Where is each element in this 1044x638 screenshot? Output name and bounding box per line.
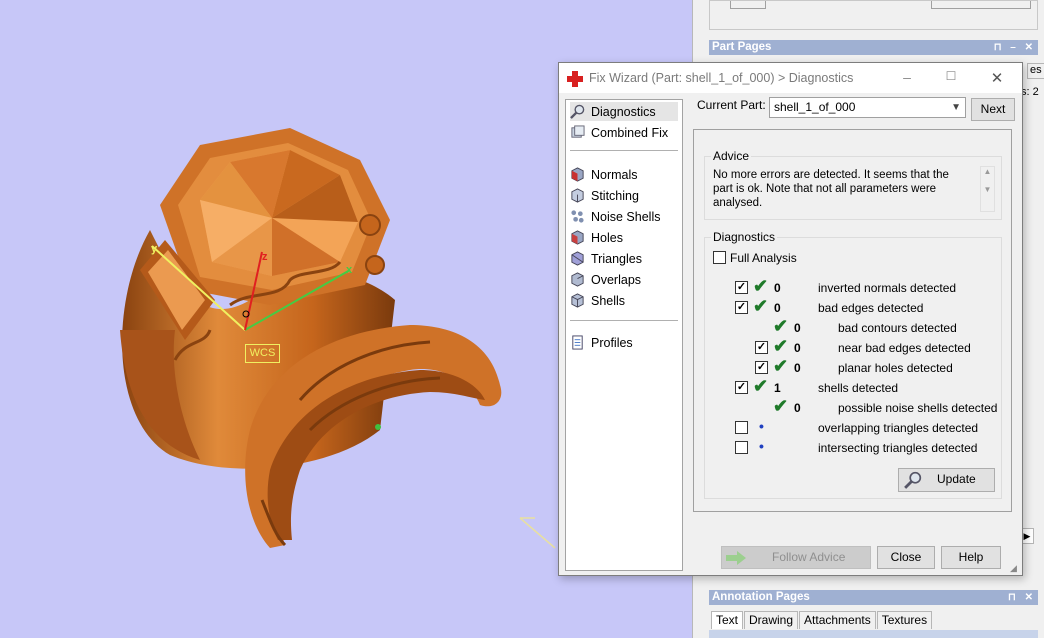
- row-label: bad contours detected: [838, 321, 957, 335]
- tab-attachments[interactable]: Attachments: [799, 611, 876, 629]
- axis-x-label: x: [346, 264, 353, 276]
- nav-item-stitching[interactable]: Stitching: [570, 186, 678, 205]
- shells-icon: [571, 293, 584, 308]
- row-count: 0: [794, 401, 801, 415]
- annotation-pages-header: Annotation Pages ⊓ ✕: [709, 590, 1038, 605]
- annotation-pages-header-buttons[interactable]: ⊓ ✕: [1008, 590, 1036, 605]
- dialog-title: Fix Wizard (Part: shell_1_of_000) > Diag…: [589, 71, 854, 85]
- diagnostics-title: Diagnostics: [711, 230, 778, 244]
- axis-z-label: z: [262, 251, 268, 263]
- axis-y-label: y: [151, 243, 158, 255]
- row-count: 0: [794, 321, 801, 335]
- green-check-icon: ✔: [753, 376, 769, 396]
- stitching-icon: [571, 188, 584, 203]
- full-analysis-checkbox[interactable]: [713, 251, 726, 264]
- row-checkbox[interactable]: ✓: [755, 361, 768, 374]
- advice-scrollbar[interactable]: ▲ ▼: [980, 166, 995, 212]
- annotation-content-strip: [709, 630, 1038, 638]
- row-checkbox[interactable]: ✓: [735, 301, 748, 314]
- part-pages-header-buttons[interactable]: ⊓ – ✕: [994, 40, 1036, 55]
- holes-icon: [571, 230, 584, 245]
- row-label: planar holes detected: [838, 361, 953, 375]
- diagnostics-group: Diagnostics Full Analysis ✓ ✔ 0 inverted…: [704, 230, 1002, 499]
- green-check-icon: ✔: [773, 356, 789, 376]
- tab-textures[interactable]: Textures: [876, 611, 933, 629]
- nav-item-triangles[interactable]: Triangles: [570, 249, 678, 268]
- green-check-icon: ✔: [773, 396, 789, 416]
- follow-advice-button[interactable]: Follow Advice: [721, 546, 871, 569]
- advice-text: No more errors are detected. It seems th…: [713, 168, 963, 210]
- row-checkbox[interactable]: [735, 441, 748, 454]
- part-pages-tab-partial[interactable]: es: [1027, 63, 1044, 79]
- nav-item-overlaps[interactable]: Overlaps: [570, 270, 678, 289]
- resize-grip-icon[interactable]: ◢: [1010, 563, 1020, 573]
- advice-title: Advice: [711, 149, 752, 163]
- green-check-icon: ✔: [753, 296, 769, 316]
- close-window-button[interactable]: ✕: [987, 69, 1007, 87]
- fix-wizard-dialog: Fix Wizard (Part: shell_1_of_000) > Diag…: [558, 62, 1023, 576]
- nav-item-profiles[interactable]: Profiles: [570, 333, 678, 352]
- current-part-label: Current Part:: [697, 98, 766, 112]
- row-label: intersecting triangles detected: [818, 441, 978, 455]
- row-checkbox[interactable]: ✓: [735, 281, 748, 294]
- overlaps-icon: [571, 272, 584, 287]
- part-pages-header: Part Pages ⊓ – ✕: [709, 40, 1038, 55]
- red-cross-icon: [567, 71, 583, 87]
- row-count: 1: [774, 381, 781, 395]
- fix-nav-pane: Diagnostics Combined Fix Normals Stitchi…: [565, 99, 683, 571]
- nav-item-holes[interactable]: Holes: [570, 228, 678, 247]
- row-count: 0: [774, 301, 781, 315]
- chevron-down-icon: ▼: [951, 102, 961, 113]
- row-label: possible noise shells detected: [838, 401, 998, 415]
- row-count: 0: [794, 361, 801, 375]
- green-check-icon: ✔: [773, 336, 789, 356]
- magnifier-icon: [904, 471, 922, 489]
- row-count: 0: [774, 281, 781, 295]
- row-label: overlapping triangles detected: [818, 421, 979, 435]
- update-button[interactable]: Update: [898, 468, 995, 492]
- row-label: bad edges detected: [818, 301, 924, 315]
- tab-drawing[interactable]: Drawing: [744, 611, 799, 629]
- row-label: inverted normals detected: [818, 281, 957, 295]
- advice-group: Advice No more errors are detected. It s…: [704, 149, 1002, 220]
- green-check-icon: ✔: [773, 316, 789, 336]
- next-button[interactable]: Next: [971, 98, 1015, 121]
- help-button[interactable]: Help: [941, 546, 1001, 569]
- top-toolbar-remnant: [709, 0, 1038, 30]
- tab-text[interactable]: Text: [711, 611, 744, 629]
- combined-fix-icon: [571, 125, 585, 138]
- row-checkbox[interactable]: [735, 421, 748, 434]
- profiles-icon: [572, 335, 583, 350]
- row-label: shells detected: [818, 381, 899, 395]
- row-count: 0: [794, 341, 801, 355]
- row-label: near bad edges detected: [838, 341, 971, 355]
- close-button[interactable]: Close: [877, 546, 935, 569]
- maximize-button[interactable]: ☐: [941, 69, 961, 83]
- pending-dot-icon: •: [759, 438, 764, 454]
- wcs-label: WCS: [245, 344, 280, 363]
- current-part-select[interactable]: shell_1_of_000 ▼: [769, 97, 966, 118]
- green-check-icon: ✔: [753, 276, 769, 296]
- minimize-button[interactable]: –: [897, 69, 917, 85]
- nav-item-noise-shells[interactable]: Noise Shells: [570, 207, 678, 226]
- noise-shells-icon: [571, 210, 584, 223]
- dialog-titlebar[interactable]: Fix Wizard (Part: shell_1_of_000) > Diag…: [559, 63, 1022, 93]
- arrow-right-icon: [726, 551, 746, 565]
- annotation-tabs: Text Drawing Attachments Textures: [711, 611, 933, 629]
- row-checkbox[interactable]: ✓: [755, 341, 768, 354]
- pending-dot-icon: •: [759, 418, 764, 434]
- triangles-icon: [571, 251, 584, 266]
- full-analysis-label: Full Analysis: [730, 251, 797, 265]
- nav-item-combined-fix[interactable]: Combined Fix: [570, 123, 678, 142]
- diagnostics-content-frame: Advice No more errors are detected. It s…: [693, 129, 1012, 512]
- row-checkbox[interactable]: ✓: [735, 381, 748, 394]
- nav-item-shells[interactable]: Shells: [570, 291, 678, 310]
- part-pages-count-partial: s: 2: [1021, 86, 1039, 98]
- nav-item-diagnostics[interactable]: Diagnostics: [570, 102, 678, 121]
- magnifier-icon: [570, 104, 585, 119]
- nav-item-normals[interactable]: Normals: [570, 165, 678, 184]
- normals-icon: [571, 167, 584, 182]
